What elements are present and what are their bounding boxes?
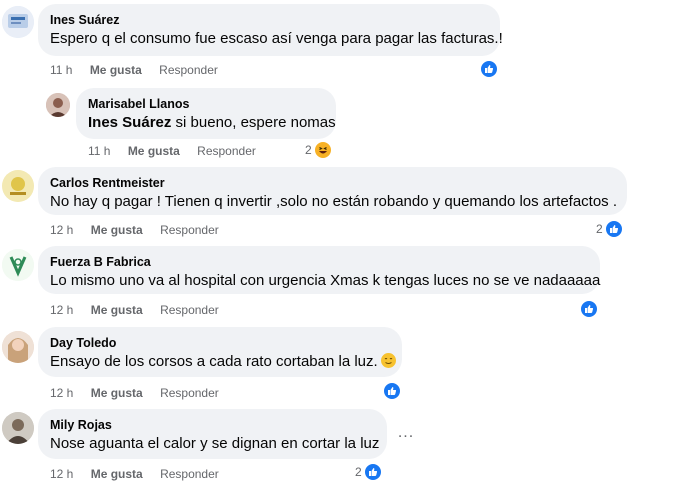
comment-author[interactable]: Carlos Rentmeister: [50, 175, 615, 191]
reaction-summary[interactable]: 2: [596, 220, 623, 238]
comment-time[interactable]: 12 h: [50, 386, 73, 400]
avatar[interactable]: [2, 331, 34, 363]
like-icon: [383, 382, 401, 400]
avatar[interactable]: [2, 170, 34, 202]
avatar[interactable]: [2, 6, 34, 38]
comment-actions: 12 h Me gusta Responder: [50, 466, 233, 482]
comment-bubble: Carlos Rentmeister No hay q pagar ! Tien…: [38, 167, 627, 215]
comment-time[interactable]: 11 h: [88, 144, 110, 158]
comment-author[interactable]: Ines Suárez: [50, 12, 488, 28]
comment-text-line: Ines Suárez si bueno, espere nomas: [88, 113, 336, 133]
like-button[interactable]: Me gusta: [91, 467, 143, 481]
comment-text: Lo mismo uno va al hospital con urgencia…: [50, 272, 601, 289]
avatar-image: [2, 6, 34, 38]
comment-text: Ensayo de los corsos a cada rato cortaba…: [50, 353, 378, 370]
comment-time[interactable]: 12 h: [50, 303, 73, 317]
avatar-image: [2, 170, 34, 202]
avatar-image: [2, 412, 34, 444]
reaction-summary[interactable]: [580, 300, 598, 318]
like-button[interactable]: Me gusta: [128, 144, 180, 158]
avatar-image: [46, 93, 70, 117]
avatar[interactable]: [46, 93, 70, 117]
comment-bubble: Day Toledo Ensayo de los corsos a cada r…: [38, 327, 402, 377]
comment-bubble: Fuerza B Fabrica Lo mismo uno va al hosp…: [38, 246, 600, 294]
comment-text: Nose aguanta el calor y se dignan en cor…: [50, 435, 380, 452]
comment-text: si bueno, espere nomas: [171, 114, 336, 131]
reaction-summary[interactable]: [480, 60, 498, 78]
like-icon: [480, 60, 498, 78]
avatar[interactable]: [2, 412, 34, 444]
comment-time[interactable]: 11 h: [50, 63, 72, 77]
reaction-summary[interactable]: 2: [355, 463, 382, 481]
comment-bubble: Ines Suárez Espero q el consumo fue esca…: [38, 4, 503, 56]
like-button[interactable]: Me gusta: [91, 303, 143, 317]
comment-text: Espero q el consumo fue escaso así venga…: [50, 30, 503, 47]
reply-button[interactable]: Responder: [160, 467, 219, 481]
like-button[interactable]: Me gusta: [90, 63, 142, 77]
comment-actions: 11 h Me gusta Responder: [88, 143, 270, 159]
comment-text-line: Ensayo de los corsos a cada rato cortaba…: [50, 352, 396, 372]
comment-actions: 12 h Me gusta Responder: [50, 385, 233, 401]
smiling-face-emoji: [380, 353, 396, 368]
reaction-summary[interactable]: 2: [305, 141, 332, 159]
like-button[interactable]: Me gusta: [91, 223, 143, 237]
comment-bubble: Mily Rojas Nose aguanta el calor y se di…: [38, 409, 387, 459]
reaction-count: 2: [355, 465, 362, 479]
avatar[interactable]: [2, 249, 34, 281]
reaction-summary[interactable]: [383, 382, 401, 400]
comment-author[interactable]: Day Toledo: [50, 335, 390, 351]
mention-link[interactable]: Ines Suárez: [88, 114, 171, 131]
comment-author[interactable]: Fuerza B Fabrica: [50, 254, 588, 270]
more-options-button[interactable]: ...: [394, 424, 418, 448]
like-icon: [580, 300, 598, 318]
comment-bubble: Marisabel Llanos Ines Suárez si bueno, e…: [76, 88, 336, 139]
like-icon: [604, 220, 623, 238]
like-button[interactable]: Me gusta: [91, 386, 143, 400]
reply-button[interactable]: Responder: [197, 144, 256, 158]
reply-button[interactable]: Responder: [159, 63, 218, 77]
reply-button[interactable]: Responder: [160, 386, 219, 400]
comment-actions: 11 h Me gusta Responder: [50, 62, 232, 78]
reaction-count: 2: [596, 222, 603, 236]
comment-actions: 12 h Me gusta Responder: [50, 302, 233, 318]
reply-button[interactable]: Responder: [160, 223, 219, 237]
like-icon: [363, 463, 382, 481]
comment-author[interactable]: Marisabel Llanos: [88, 96, 324, 112]
reply-button[interactable]: Responder: [160, 303, 219, 317]
comment-time[interactable]: 12 h: [50, 223, 73, 237]
avatar-image: [2, 249, 34, 281]
comment-text: No hay q pagar ! Tienen q invertir ,solo…: [50, 193, 618, 210]
comment-actions: 12 h Me gusta Responder: [50, 222, 233, 238]
comment-time[interactable]: 12 h: [50, 467, 73, 481]
haha-icon: [313, 141, 332, 159]
reaction-count: 2: [305, 143, 312, 157]
comment-author[interactable]: Mily Rojas: [50, 417, 375, 433]
avatar-image: [2, 331, 34, 363]
